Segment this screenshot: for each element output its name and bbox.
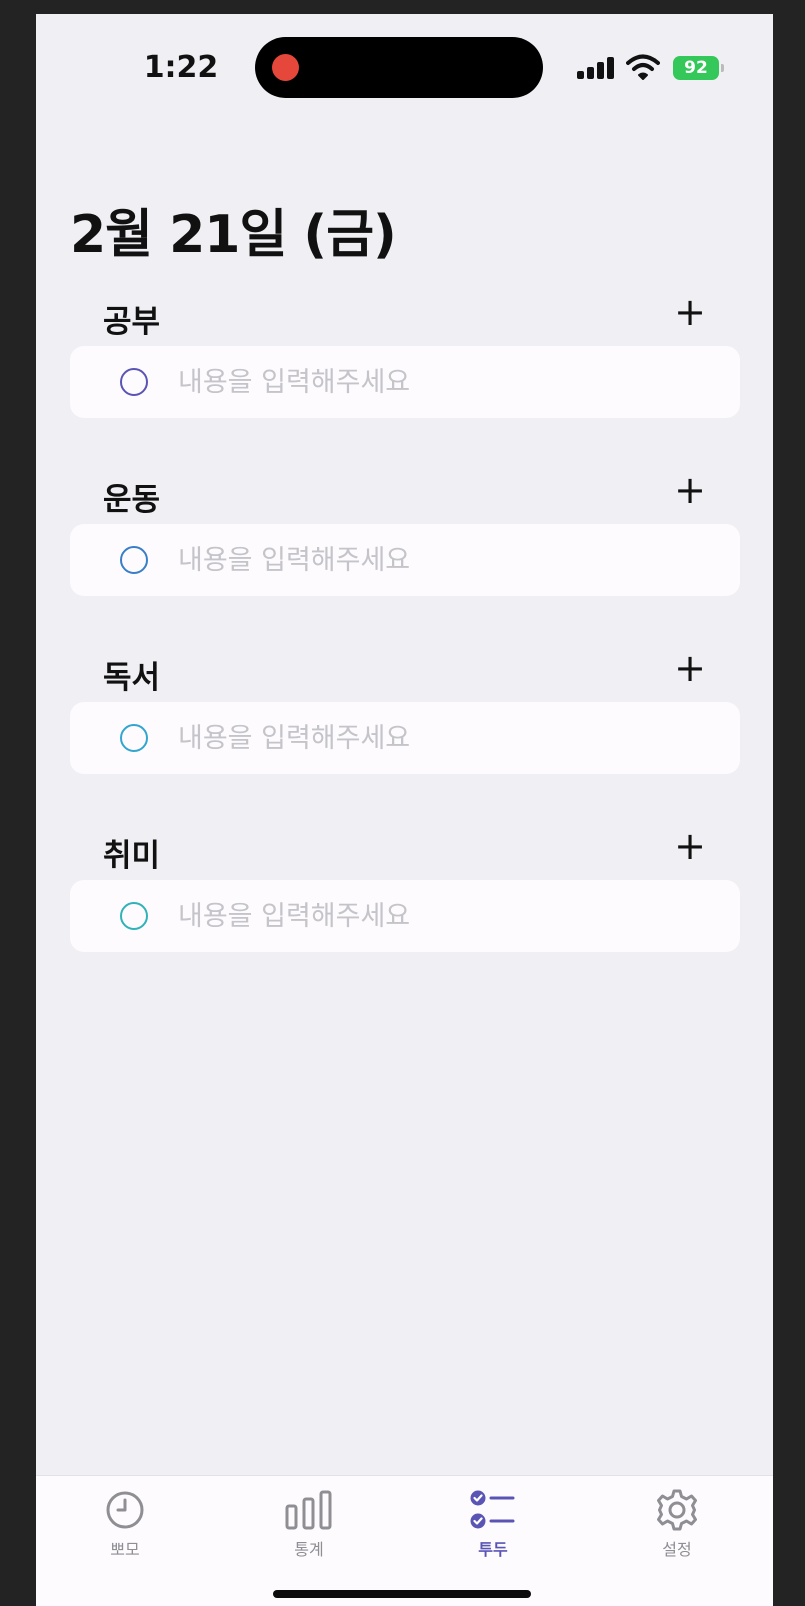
section-header: 공부 + xyxy=(70,284,740,344)
section-title: 취미 xyxy=(103,838,161,874)
status-time: 1:22 xyxy=(143,50,219,85)
tab-label: 뽀모 xyxy=(110,1540,140,1559)
checklist-icon xyxy=(470,1490,515,1529)
todo-card xyxy=(70,880,740,952)
todo-input[interactable] xyxy=(176,536,700,584)
status-bar: 1:22 92 xyxy=(36,14,773,114)
section-header: 취미 + xyxy=(70,818,740,878)
todo-input[interactable] xyxy=(176,714,700,762)
todo-input[interactable] xyxy=(176,892,700,940)
tab-todo[interactable]: 투두 xyxy=(433,1488,553,1568)
todo-card xyxy=(70,524,740,596)
section-header: 독서 + xyxy=(70,640,740,700)
tab-bar: 뽀모 통계 투두 설정 xyxy=(36,1475,773,1606)
tab-label: 설정 xyxy=(662,1540,692,1559)
section-reading: 독서 + xyxy=(70,640,740,774)
checkbox-circle-icon[interactable] xyxy=(120,902,148,930)
tab-label: 통계 xyxy=(294,1540,324,1559)
section-study: 공부 + xyxy=(70,284,740,418)
battery-cap xyxy=(721,64,724,72)
section-header: 운동 + xyxy=(70,462,740,522)
clock-icon xyxy=(106,1491,144,1529)
cellular-signal-icon xyxy=(577,57,615,79)
add-button[interactable]: + xyxy=(670,292,710,332)
tab-label: 투두 xyxy=(478,1540,508,1559)
bar-chart-icon xyxy=(285,1490,332,1530)
tab-stats[interactable]: 통계 xyxy=(249,1488,369,1568)
checkbox-circle-icon[interactable] xyxy=(120,724,148,752)
todo-card xyxy=(70,702,740,774)
gear-icon xyxy=(657,1489,697,1531)
dynamic-island xyxy=(255,37,543,98)
todo-input[interactable] xyxy=(176,358,700,406)
section-exercise: 운동 + xyxy=(70,462,740,596)
add-button[interactable]: + xyxy=(670,826,710,866)
recording-indicator-icon xyxy=(272,54,299,81)
battery-level: 92 xyxy=(684,58,708,78)
tab-pomodoro[interactable]: 뽀모 xyxy=(65,1488,185,1568)
wifi-icon xyxy=(626,54,660,80)
battery-icon: 92 xyxy=(673,56,719,80)
section-title: 운동 xyxy=(103,482,161,518)
add-button[interactable]: + xyxy=(670,648,710,688)
checkbox-circle-icon[interactable] xyxy=(120,368,148,396)
checkbox-circle-icon[interactable] xyxy=(120,546,148,574)
add-button[interactable]: + xyxy=(670,470,710,510)
todo-card xyxy=(70,346,740,418)
section-title: 독서 xyxy=(103,660,161,696)
section-title: 공부 xyxy=(103,304,161,340)
date-title: 2월 21일 (금) xyxy=(70,205,397,265)
tab-settings[interactable]: 설정 xyxy=(617,1488,737,1568)
home-indicator[interactable] xyxy=(273,1590,531,1598)
phone-screen: 1:22 92 2월 21일 (금) 공부 + 내용을 입력해주세요 운동 + … xyxy=(36,14,773,1606)
section-hobby: 취미 + xyxy=(70,818,740,952)
